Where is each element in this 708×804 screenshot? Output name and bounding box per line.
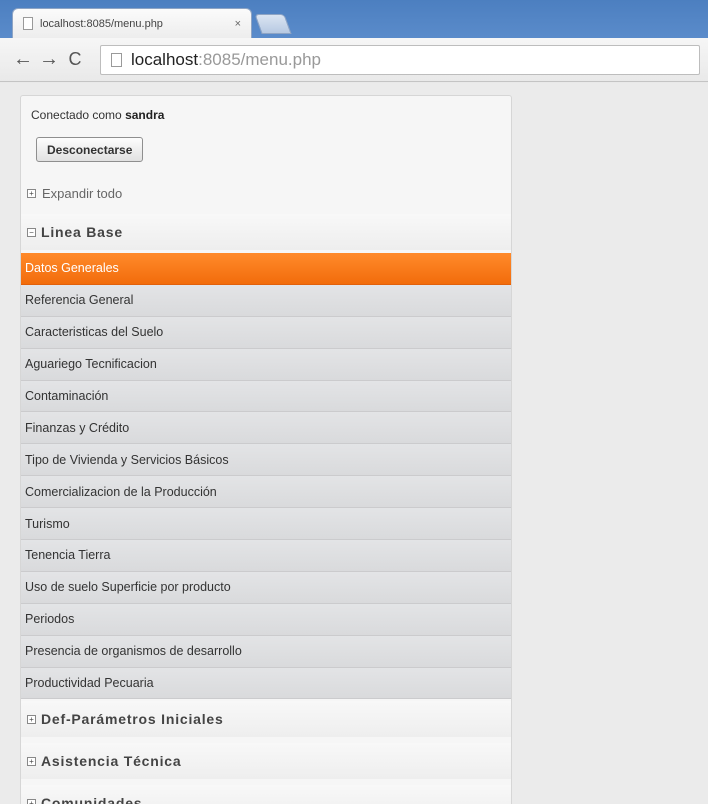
- reload-icon[interactable]: C: [62, 49, 88, 70]
- group-label: Asistencia Técnica: [41, 753, 182, 769]
- expand-icon: +: [27, 798, 36, 804]
- username: sandra: [125, 108, 165, 122]
- menu-item-caracteristicas-suelo[interactable]: Caracteristicas del Suelo: [21, 316, 511, 349]
- browser-tab[interactable]: localhost:8085/menu.php ×: [12, 8, 252, 38]
- group-header-asistencia-tecnica[interactable]: + Asistencia Técnica: [21, 743, 511, 779]
- menu-item-productividad[interactable]: Productividad Pecuaria: [21, 667, 511, 700]
- group-header-linea-base[interactable]: − Linea Base: [21, 214, 511, 250]
- expand-icon: +: [27, 756, 36, 766]
- page-icon: [23, 17, 33, 30]
- group-header-comunidades[interactable]: + Comunidades: [21, 785, 511, 804]
- page-content: Conectado como sandra Desconectarse + Ex…: [0, 83, 708, 804]
- menu-item-organismos[interactable]: Presencia de organismos de desarrollo: [21, 635, 511, 668]
- browser-toolbar: ← → C localhost:8085/menu.php: [0, 38, 708, 82]
- menu-item-datos-generales[interactable]: Datos Generales: [21, 253, 511, 285]
- page-icon: [111, 52, 122, 67]
- new-tab-button[interactable]: [254, 14, 292, 34]
- menu-panel: Conectado como sandra Desconectarse + Ex…: [20, 95, 512, 804]
- group-label: Linea Base: [41, 224, 123, 240]
- group-label: Def-Parámetros Iniciales: [41, 711, 224, 727]
- session-info: Conectado como sandra: [31, 108, 164, 122]
- connected-label: Conectado como: [31, 108, 122, 122]
- logout-button[interactable]: Desconectarse: [36, 137, 144, 162]
- close-icon[interactable]: ×: [235, 18, 241, 30]
- menu-item-aguariego[interactable]: Aguariego Tecnificacion: [21, 348, 511, 381]
- forward-icon[interactable]: →: [36, 48, 62, 71]
- expand-icon: +: [27, 188, 36, 198]
- expand-icon: +: [27, 714, 36, 724]
- menu-item-contaminacion[interactable]: Contaminación: [21, 380, 511, 413]
- collapse-icon: −: [27, 227, 36, 237]
- menu-item-vivienda[interactable]: Tipo de Vivienda y Servicios Básicos: [21, 444, 511, 477]
- menu-item-referencia-general[interactable]: Referencia General: [21, 284, 511, 317]
- expand-all-label: Expandir todo: [42, 185, 123, 201]
- expand-all-link[interactable]: + Expandir todo: [21, 178, 511, 208]
- address-bar[interactable]: localhost:8085/menu.php: [100, 44, 700, 75]
- group-header-def-parametros[interactable]: + Def-Parámetros Iniciales: [21, 701, 511, 737]
- menu-item-turismo[interactable]: Turismo: [21, 508, 511, 541]
- back-icon[interactable]: ←: [10, 48, 36, 71]
- menu-item-finanzas[interactable]: Finanzas y Crédito: [21, 412, 511, 445]
- tab-title: localhost:8085/menu.php: [40, 17, 163, 30]
- menu-item-uso-suelo[interactable]: Uso de suelo Superficie por producto: [21, 571, 511, 604]
- menu-item-comercializacion[interactable]: Comercializacion de la Producción: [21, 476, 511, 509]
- url-host: localhost: [131, 49, 199, 69]
- menu-list-linea-base: Datos Generales Referencia General Carac…: [21, 253, 511, 700]
- menu-item-periodos[interactable]: Periodos: [21, 603, 511, 636]
- group-label: Comunidades: [41, 795, 143, 804]
- url-path: :8085/menu.php: [198, 49, 321, 69]
- menu-item-tenencia-tierra[interactable]: Tenencia Tierra: [21, 540, 511, 572]
